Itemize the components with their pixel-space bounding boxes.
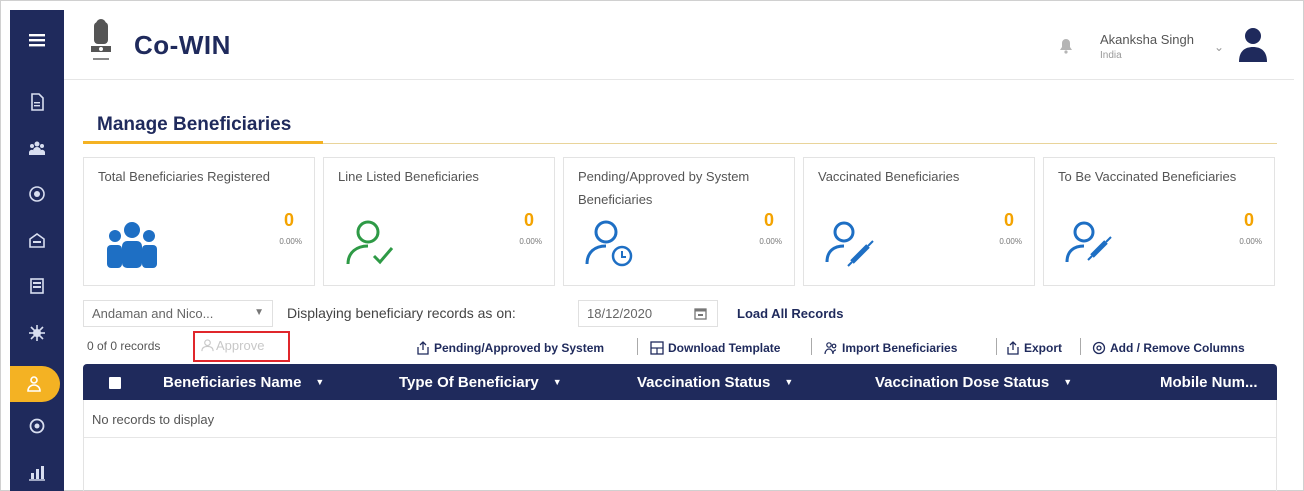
card-vaccinated[interactable]: Vaccinated Beneficiaries 0 0.00% <box>803 157 1035 286</box>
sidebar <box>10 10 64 491</box>
sort-icon[interactable]: ▼ <box>315 377 324 387</box>
menu-icon[interactable] <box>10 22 64 58</box>
chevron-down-icon: ▼ <box>254 307 264 318</box>
sort-icon[interactable]: ▼ <box>553 377 562 387</box>
table-body: No records to display <box>83 400 1277 491</box>
table-row: No records to display <box>84 400 1276 438</box>
import-group-icon <box>824 342 837 355</box>
column-label: Beneficiaries Name <box>163 373 302 391</box>
column-label: Type Of Beneficiary <box>399 373 539 391</box>
card-percentage: 0.00% <box>999 237 1022 246</box>
toolbar-divider <box>1080 338 1081 355</box>
column-label: Vaccination Dose Status <box>875 373 1050 391</box>
download-template-button[interactable]: Download Template <box>650 340 780 356</box>
display-date-label: Displaying beneficiary records as on: <box>287 305 516 321</box>
title-underline <box>83 141 323 144</box>
column-label: Vaccination Status <box>637 373 771 391</box>
column-vaccination-dose-status[interactable]: Vaccination Dose Status ▼ <box>875 364 1072 400</box>
import-beneficiaries-button[interactable]: Import Beneficiaries <box>824 340 957 356</box>
card-pending-approved[interactable]: Pending/Approved by System Beneficiaries… <box>563 157 795 286</box>
gear-icon <box>1092 341 1106 355</box>
import-beneficiaries-label: Import Beneficiaries <box>842 341 958 355</box>
person-syringe-icon <box>1065 221 1112 263</box>
card-title: To Be Vaccinated Beneficiaries <box>1058 169 1237 184</box>
avatar[interactable] <box>1238 26 1268 62</box>
beneficiaries-icon[interactable] <box>10 366 60 402</box>
card-total-beneficiaries[interactable]: Total Beneficiaries Registered 0 0.00% <box>83 157 315 286</box>
card-percentage: 0.00% <box>519 237 542 246</box>
user-name[interactable]: Akanksha Singh <box>1100 32 1194 47</box>
add-remove-columns-button[interactable]: Add / Remove Columns <box>1092 340 1245 356</box>
template-icon <box>650 341 664 355</box>
date-value: 18/12/2020 <box>587 306 653 321</box>
state-select[interactable]: Andaman and Nico... ▼ <box>83 300 273 327</box>
user-country: India <box>1100 50 1122 61</box>
export-button[interactable]: Export <box>1006 340 1062 356</box>
virus-icon[interactable] <box>10 315 64 351</box>
sort-icon[interactable]: ▼ <box>1063 377 1072 387</box>
card-count: 0 <box>763 210 774 230</box>
toolbar-divider <box>637 338 638 355</box>
calendar-icon[interactable] <box>694 307 707 320</box>
card-line-listed[interactable]: Line Listed Beneficiaries 0 0.00% <box>323 157 555 286</box>
column-beneficiaries-name[interactable]: Beneficiaries Name ▼ <box>163 364 324 400</box>
card-percentage: 0.00% <box>759 237 782 246</box>
add-remove-columns-label: Add / Remove Columns <box>1110 341 1245 355</box>
sort-icon[interactable]: ▼ <box>784 377 793 387</box>
bell-icon[interactable] <box>1058 38 1074 54</box>
card-count: 0 <box>523 210 534 230</box>
reports-icon[interactable] <box>10 454 64 490</box>
empty-message: No records to display <box>92 412 215 427</box>
card-to-be-vaccinated[interactable]: To Be Vaccinated Beneficiaries 0 0.00% <box>1043 157 1275 286</box>
card-title: Vaccinated Beneficiaries <box>818 169 960 184</box>
storage-icon[interactable] <box>10 268 64 304</box>
people-icon[interactable] <box>10 130 64 166</box>
date-input[interactable]: 18/12/2020 <box>578 300 718 327</box>
card-percentage: 0.00% <box>279 237 302 246</box>
select-all-checkbox[interactable] <box>109 377 121 389</box>
load-all-records-link[interactable]: Load All Records <box>737 306 843 321</box>
people-group-icon <box>107 222 157 268</box>
toolbar-divider <box>811 338 812 355</box>
column-label: Mobile Num... <box>1160 373 1258 391</box>
pending-approved-button[interactable]: Pending/Approved by System <box>416 340 604 356</box>
upload-icon <box>417 341 429 355</box>
emblem-icon <box>91 19 111 60</box>
card-title: Total Beneficiaries Registered <box>98 169 270 184</box>
pending-approved-label: Pending/Approved by System <box>434 341 605 355</box>
header: Co-WIN Akanksha Singh India ⌄ <box>64 10 1294 80</box>
document-icon[interactable] <box>10 84 64 120</box>
table-header: Beneficiaries Name ▼ Type Of Beneficiary ▼… <box>83 364 1277 400</box>
export-icon <box>1007 341 1019 355</box>
globe-icon[interactable] <box>10 176 64 212</box>
person-syringe-icon <box>825 221 874 267</box>
chevron-down-icon[interactable]: ⌄ <box>1214 40 1224 54</box>
column-type-of-beneficiary[interactable]: Type Of Beneficiary ▼ <box>399 364 562 400</box>
brand-title: Co-WIN <box>134 30 231 60</box>
card-percentage: 0.00% <box>1239 237 1262 246</box>
card-title: Line Listed Beneficiaries <box>338 169 479 184</box>
building-icon[interactable] <box>10 222 64 258</box>
card-count: 0 <box>1003 210 1014 230</box>
settings-icon[interactable] <box>10 408 64 444</box>
toolbar-divider <box>996 338 997 355</box>
column-mobile-number[interactable]: Mobile Num... <box>1160 364 1258 400</box>
person-check-icon <box>346 220 394 265</box>
state-select-value: Andaman and Nico... <box>92 306 214 321</box>
column-vaccination-status[interactable]: Vaccination Status ▼ <box>637 364 793 400</box>
approve-button[interactable]: Approve <box>201 338 264 353</box>
page-title: Manage Beneficiaries <box>97 114 292 135</box>
approve-label: Approve <box>216 338 265 353</box>
card-count: 0 <box>283 210 294 230</box>
card-count: 0 <box>1243 210 1254 230</box>
person-clock-icon <box>585 220 633 267</box>
person-icon <box>201 339 214 352</box>
records-count: 0 of 0 records <box>87 339 161 353</box>
export-label: Export <box>1024 341 1063 355</box>
card-title: Pending/Approved by System Beneficiaries <box>578 169 750 207</box>
download-template-label: Download Template <box>668 341 781 355</box>
